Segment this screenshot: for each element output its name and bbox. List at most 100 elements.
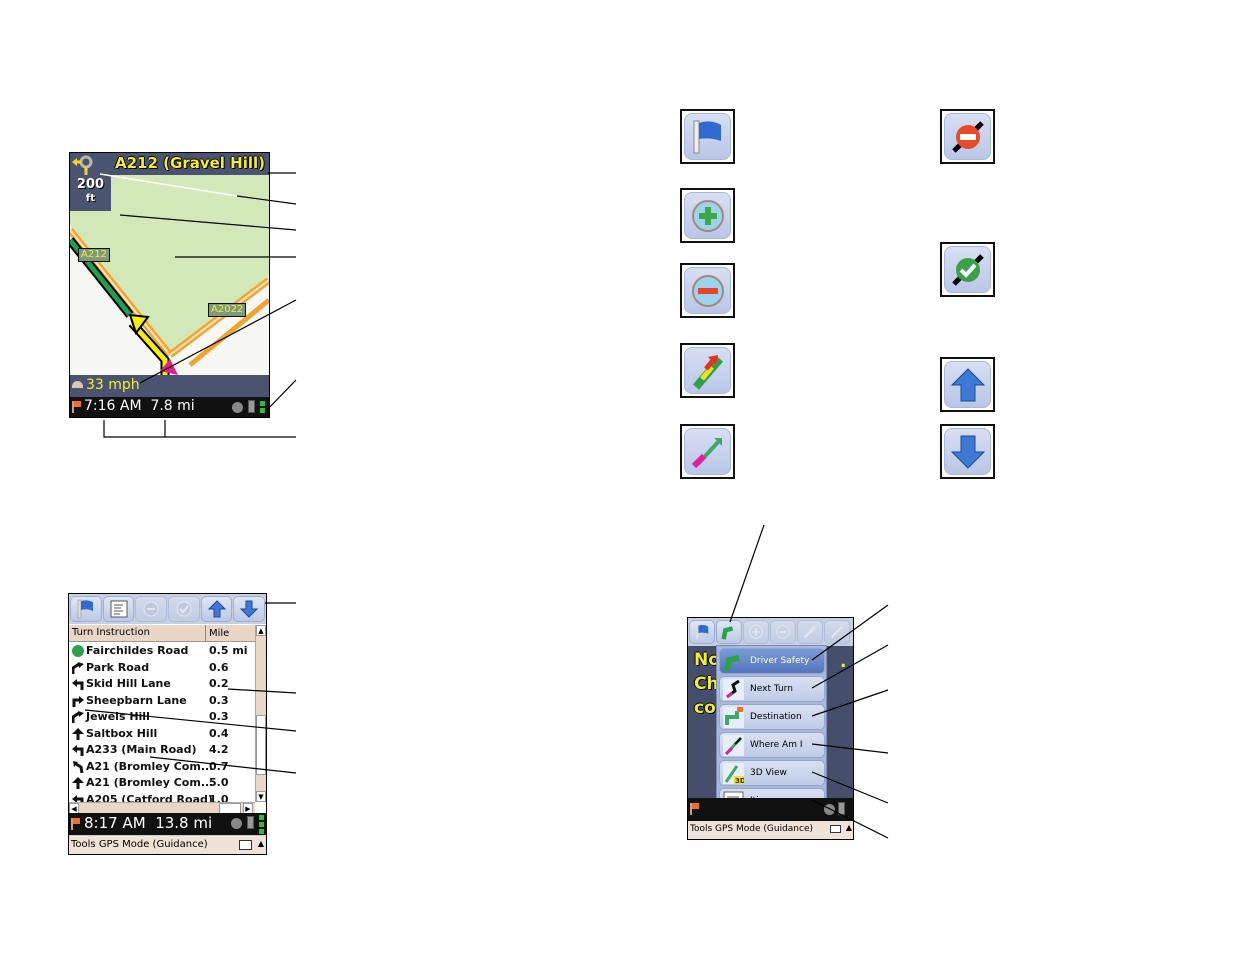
- street-name: A212 (Gravel Hill): [115, 154, 265, 172]
- road-label-a212: A212: [78, 248, 110, 262]
- turn-right-icon: [72, 695, 84, 707]
- menu-item-where-am-i[interactable]: Where Am I: [719, 732, 825, 758]
- menu-item-driver-safety[interactable]: Driver Safety: [719, 648, 825, 674]
- bear-right-icon: [72, 711, 84, 723]
- horizontal-scrollbar[interactable]: ◀ ▶: [69, 802, 255, 814]
- turn-distance-value: 200: [76, 177, 105, 192]
- keyboard-icon[interactable]: [239, 840, 252, 850]
- menu-bar-text[interactable]: Tools GPS Mode (Guidance): [690, 824, 813, 834]
- list-header: Turn Instruction Mile: [69, 625, 255, 642]
- turn-instruction: Park Road: [86, 660, 150, 674]
- menu-item-label: 3D View: [750, 768, 787, 778]
- legend-where-am-i-button: [680, 424, 735, 479]
- zoom-in-icon: [749, 625, 763, 639]
- signal-icon: [260, 401, 265, 406]
- itinerary-row[interactable]: Sheepbarn Lane 0.3: [69, 693, 255, 710]
- zoom-in-button[interactable]: [743, 620, 769, 644]
- arrow-down-icon: [239, 600, 259, 618]
- battery-icon: [247, 816, 254, 829]
- avoid-road-button[interactable]: [797, 620, 823, 644]
- vertical-scrollbar[interactable]: ▲ ▼: [255, 625, 266, 802]
- bear-left-icon: [73, 760, 84, 773]
- flag-icon: [695, 624, 709, 640]
- menu-item-label: Destination: [750, 712, 802, 722]
- callout-line: [103, 420, 296, 438]
- turn-instruction: Sheepbarn Lane: [86, 693, 187, 707]
- flag-button[interactable]: [70, 596, 102, 622]
- itinerary-row[interactable]: Park Road 0.6: [69, 660, 255, 677]
- 3d-view-icon: 3D: [723, 763, 744, 784]
- scroll-down-arrow[interactable]: ▼: [256, 791, 266, 802]
- eta-distance: 7:16 AM 7.8 mi: [84, 398, 195, 414]
- itinerary-row[interactable]: A233 (Main Road) 4.2: [69, 742, 255, 759]
- turn-instruction: Saltbox Hill: [86, 726, 158, 740]
- gps-icon[interactable]: [231, 818, 242, 829]
- status-bar: 8:17 AM 13.8 mi: [69, 813, 266, 835]
- avoid-road-button[interactable]: [135, 596, 168, 622]
- turn-distance: 0.7: [209, 759, 229, 773]
- itinerary-row[interactable]: A21 (Bromley Com... 0.7: [69, 759, 255, 776]
- turn-instruction: A233 (Main Road): [86, 743, 197, 756]
- unavoid-road-icon: [176, 601, 192, 617]
- menu-item-3d-view[interactable]: 3D 3D View: [719, 760, 825, 786]
- turn-distance: 4.2: [209, 743, 229, 756]
- driver-safety-button[interactable]: [716, 620, 742, 644]
- flag-icon: [693, 120, 721, 153]
- straight-icon: [72, 777, 84, 789]
- itinerary-row[interactable]: Jewels Hill 0.3: [69, 709, 255, 726]
- scroll-up-button[interactable]: [200, 596, 233, 622]
- unavoid-road-button[interactable]: [168, 596, 200, 622]
- next-turn-icon: [723, 679, 744, 700]
- turn-instruction: Skid Hill Lane: [86, 677, 171, 690]
- zoom-out-button[interactable]: [770, 620, 796, 644]
- sip-arrow-icon[interactable]: ▲: [258, 839, 264, 848]
- zoom-out-icon: [691, 274, 724, 307]
- menu-bar-text[interactable]: Tools GPS Mode (Guidance): [71, 839, 208, 850]
- driver-safety-icon: [721, 626, 734, 640]
- status-bar: [688, 798, 853, 821]
- turn-distance-unit: ft: [85, 193, 96, 204]
- flag-button[interactable]: [689, 620, 715, 644]
- scroll-down-button[interactable]: [233, 596, 266, 622]
- keyboard-icon[interactable]: [830, 825, 841, 833]
- turn-left-icon: [72, 745, 84, 756]
- destination-flag-icon: [71, 818, 80, 830]
- background-text-line: Ch: [694, 674, 719, 694]
- driver-safety-3d-icon: [692, 354, 723, 390]
- itinerary-list-button[interactable]: [102, 596, 135, 622]
- speedometer-icon: [72, 381, 83, 388]
- avoid-road-icon: [803, 625, 817, 639]
- menu-item-next-turn[interactable]: Next Turn: [719, 676, 825, 702]
- sip-arrow-icon[interactable]: ▲: [846, 823, 852, 832]
- driver-safety-icon: [724, 655, 740, 672]
- scroll-up-arrow[interactable]: ▲: [256, 625, 266, 636]
- turn-distance: 0.3: [209, 693, 229, 707]
- destination-icon: [723, 707, 744, 728]
- eta-distance: 8:17 AM 13.8 mi: [84, 814, 213, 832]
- scroll-thumb[interactable]: [256, 715, 266, 775]
- background-text-line: co: [694, 698, 716, 718]
- turn-instruction: Jewels Hill: [86, 710, 150, 723]
- turn-distance: 0.3: [209, 710, 229, 723]
- signal-icon: [260, 408, 265, 413]
- legend-scroll-down-button: [940, 424, 995, 479]
- menu-screen: No Ch co . Driver Safety Next Turn Destina…: [687, 617, 854, 840]
- menu-item-destination[interactable]: Destination: [719, 704, 825, 730]
- itinerary-row[interactable]: Skid Hill Lane 0.2: [69, 676, 255, 693]
- itinerary-row[interactable]: Saltbox Hill 0.4: [69, 726, 255, 743]
- battery-icon: [838, 802, 845, 815]
- column-header-turn-instruction[interactable]: Turn Instruction: [72, 627, 150, 638]
- turn-distance: 0.2: [209, 677, 229, 690]
- where-am-i-button[interactable]: [824, 620, 850, 644]
- turn-distance: 5.0: [209, 776, 229, 789]
- itinerary-row[interactable]: A21 (Bromley Com... 5.0: [69, 775, 255, 792]
- gps-icon[interactable]: [824, 804, 835, 815]
- turn-instruction: A21 (Bromley Com...: [86, 776, 214, 789]
- column-header-mile[interactable]: Mile: [205, 625, 255, 642]
- turn-distance: 0.4: [209, 726, 229, 740]
- itinerary-row[interactable]: Fairchildes Road 0.5 mi: [69, 643, 255, 660]
- avoid-road-icon: [143, 601, 159, 617]
- legend-driver-safety-button: [680, 343, 735, 398]
- background-text-period: .: [840, 652, 847, 672]
- gps-icon[interactable]: [232, 402, 243, 413]
